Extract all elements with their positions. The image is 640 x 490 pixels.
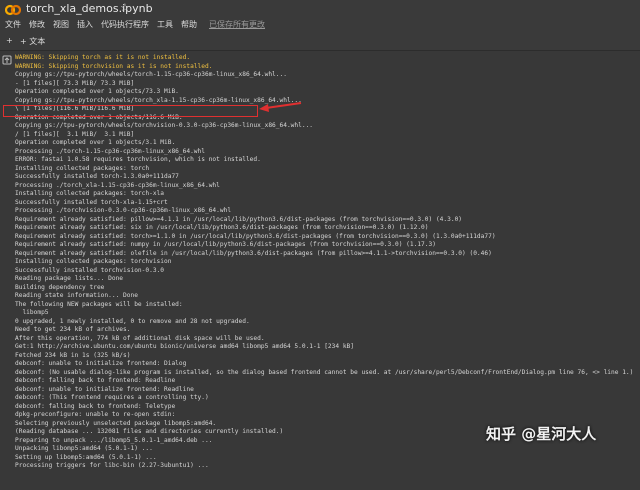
top-bar: torch_xla_demos.ipynb ☆ 文件 修改 视图 插入 代码执行… <box>0 0 640 34</box>
output-line: Get:1 http://archive.ubuntu.com/ubuntu b… <box>15 343 354 350</box>
output-line: Copying gs://tpu-pytorch/wheels/torchvis… <box>15 122 314 129</box>
output-line: dpkg-preconfigure: unable to re-open std… <box>15 411 176 418</box>
output-line: Processing ./torch_xla-1.15-cp36-cp36m-l… <box>15 181 220 189</box>
output-line: debconf: falling back to frontend: Telet… <box>15 402 176 410</box>
output-line: - [1 files][ 73.3 MiB/ 73.3 MiB] <box>15 79 135 87</box>
output-line: Installing collected packages: torch <box>15 164 150 172</box>
output-line: Unpacking libomp5:amd64 (5.0.1-1) ... <box>15 445 153 452</box>
menu-insert[interactable]: 插入 <box>77 19 93 31</box>
output-line: Need to get 234 kB of archives. <box>15 326 131 333</box>
menu-tools[interactable]: 工具 <box>157 19 173 31</box>
output-line: Building dependency tree <box>15 283 105 291</box>
output-line: Requirement already satisfied: olefile i… <box>15 249 492 257</box>
add-code-button[interactable]: + <box>6 36 13 45</box>
menu-view[interactable]: 视图 <box>53 19 69 31</box>
output-line: Processing ./torch-1.15-cp36-cp36m-linux… <box>15 147 205 155</box>
arrow-left-icon <box>258 99 302 113</box>
add-text-button[interactable]: + 文本 <box>20 36 45 47</box>
output-line: debconf: unable to initialize frontend: … <box>15 360 187 367</box>
output-line: After this operation, 774 kB of addition… <box>15 334 265 342</box>
output-line: Successfully installed torch-1.3.0a0+111… <box>15 173 179 180</box>
output-line: debconf: (This frontend requires a contr… <box>15 394 209 401</box>
output-line: Requirement already satisfied: numpy in … <box>15 241 436 248</box>
output-line: Fetched 234 kB in 1s (325 kB/s) <box>15 351 131 359</box>
output-line: Operation completed over 1 objects/73.3 … <box>15 88 179 95</box>
output-line: Processing ./torchvision-0.3.0-cp36-cp36… <box>15 207 232 214</box>
toolbar: + + 文本 <box>0 34 640 51</box>
menu-runtime[interactable]: 代码执行程序 <box>101 19 149 31</box>
watermark: 知乎 @星河大人 <box>486 425 597 443</box>
output-line: debconf: (No usable dialog-like program … <box>15 368 634 376</box>
output-line: Copying gs://tpu-pytorch/wheels/torch-1.… <box>15 71 287 78</box>
output-line: Reading package lists... Done <box>15 275 124 282</box>
output-line: 0 upgraded, 1 newly installed, 0 to remo… <box>15 317 250 325</box>
menu-edit[interactable]: 修改 <box>29 19 45 31</box>
output-line: Copying gs://tpu-pytorch/wheels/torch_xl… <box>15 96 302 104</box>
output-line: Operation completed over 1 objects/3.1 M… <box>15 139 176 146</box>
output-line: Successfully installed torchvision-0.3.0 <box>15 266 165 274</box>
output-line: WARNING: Skipping torchvision as it is n… <box>15 62 213 70</box>
colab-logo-icon[interactable] <box>5 3 21 17</box>
output-actions-icon[interactable] <box>2 55 12 65</box>
notebook-title[interactable]: torch_xla_demos.ipynb <box>26 2 153 15</box>
output-line: Processing triggers for libc-bin (2.27-3… <box>15 462 209 469</box>
menu-help[interactable]: 帮助 <box>181 19 197 31</box>
output-line: Setting up libomp5:amd64 (5.0.1-1) ... <box>15 453 157 461</box>
output-line: libomp5 <box>15 309 49 316</box>
output-line: The following NEW packages will be insta… <box>15 300 183 308</box>
saved-status-link[interactable]: 已保存所有更改 <box>209 19 265 31</box>
output-line: WARNING: Skipping torch as it is not ins… <box>15 54 191 61</box>
error-highlight-box <box>3 105 258 117</box>
output-line: debconf: falling back to frontend: Readl… <box>15 377 176 384</box>
output-line: Successfully installed torch-xla-1.15+cr… <box>15 198 168 206</box>
output-line: Installing collected packages: torchvisi… <box>15 258 172 265</box>
output-line: Requirement already satisfied: six in /u… <box>15 224 429 231</box>
output-line: Requirement already satisfied: pillow>=4… <box>15 215 463 223</box>
output-line: debconf: unable to initialize frontend: … <box>15 385 194 393</box>
output-line: / [1 files][ 3.1 MiB/ 3.1 MiB] <box>15 130 135 138</box>
output-line: Requirement already satisfied: torch>=1.… <box>15 232 496 240</box>
star-icon[interactable]: ☆ <box>120 1 130 14</box>
output-line: Installing collected packages: torch-xla <box>15 190 165 197</box>
error-line: ERROR: fastai 1.0.58 requires torchvisio… <box>15 156 261 163</box>
menu-file[interactable]: 文件 <box>5 19 21 31</box>
output-line: Reading state information... Done <box>15 292 138 299</box>
menu-bar: 文件 修改 视图 插入 代码执行程序 工具 帮助 已保存所有更改 <box>5 19 265 31</box>
